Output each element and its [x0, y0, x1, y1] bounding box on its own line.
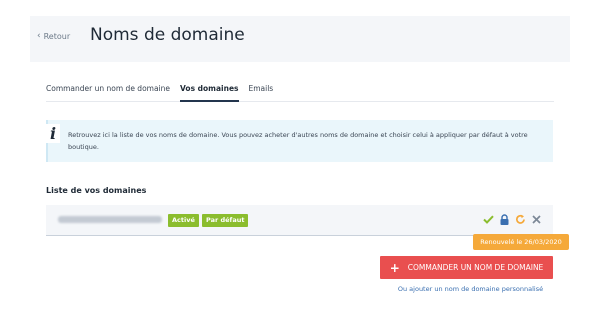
order-domain-label: COMMANDER UN NOM DE DOMAINE [407, 263, 544, 272]
status-badge: Activé [168, 214, 199, 227]
chevron-left-icon: ‹ [37, 31, 41, 41]
default-badge: Par défaut [202, 214, 249, 227]
tab-order-domain[interactable]: Commander un nom de domaine [46, 82, 170, 102]
content-card: Commander un nom de domaine Vos domaines… [30, 62, 570, 315]
back-label: Retour [43, 31, 71, 41]
back-link[interactable]: ‹ Retour [37, 31, 70, 41]
tab-your-domains[interactable]: Vos domaines [180, 82, 239, 102]
close-icon[interactable] [530, 212, 542, 226]
domain-name-blurred[interactable] [58, 216, 162, 223]
add-custom-domain-link[interactable]: ajouter un nom de domaine personnalisé [409, 285, 543, 293]
check-icon[interactable] [482, 212, 494, 226]
plus-icon: + [389, 260, 400, 275]
domains-list-title: Liste de vos domaines [46, 186, 147, 195]
lock-icon[interactable] [498, 212, 510, 226]
renew-icon[interactable] [514, 212, 526, 226]
info-box: i Retrouvez ici la liste de vos noms de … [46, 120, 553, 162]
info-icon: i [46, 124, 60, 143]
domain-row: Activé Par défaut [46, 205, 553, 236]
custom-domain-prefix: Ou [397, 285, 410, 293]
tab-emails[interactable]: Emails [249, 82, 274, 102]
custom-domain-line: Ou ajouter un nom de domaine personnalis… [388, 285, 553, 293]
order-domain-button[interactable]: + COMMANDER UN NOM DE DOMAINE [380, 256, 553, 279]
page-header: ‹ Retour Noms de domaine [30, 16, 570, 62]
info-text: Retrouvez ici la liste de vos noms de do… [68, 131, 528, 151]
renewal-tooltip: Renouvelé le 26/03/2020 [473, 234, 569, 250]
page-title: Noms de domaine [90, 25, 245, 45]
tab-bar: Commander un nom de domaine Vos domaines… [46, 82, 554, 102]
